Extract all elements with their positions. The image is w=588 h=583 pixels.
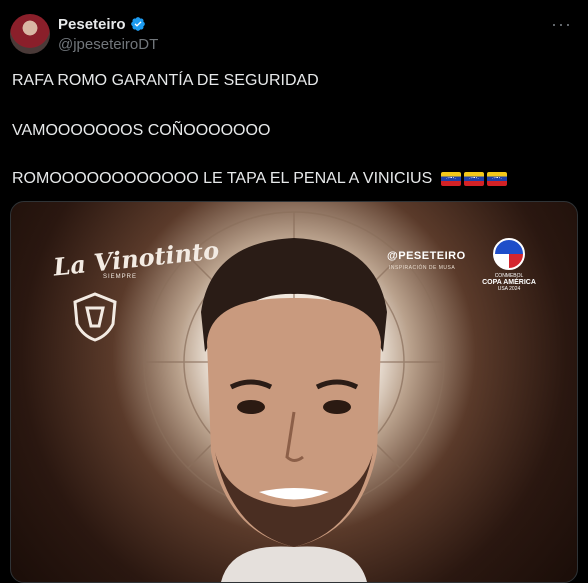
shield-crest-icon (73, 292, 117, 342)
brand-watermark: @PESETEIRO (387, 250, 466, 262)
copa-america-badge-icon (493, 238, 525, 270)
tweet-text-line-3: ROMOOOOOOOOOOOO LE TAPA EL PENAL A VINIC… (12, 170, 433, 187)
author-name[interactable]: Peseteiro (58, 16, 126, 33)
tweet[interactable]: Peseteiro @jpeseteiroDT ··· RAFA ROMO GA… (0, 0, 588, 583)
author-handle[interactable]: @jpeseteiroDT (58, 36, 158, 53)
copa-america-logo: CONMEBOL COPA AMÉRICA USA 2024 (481, 238, 537, 292)
tweet-media-image[interactable]: La Vinotinto SIEMPRE @PESETEIRO INSPIRAC… (10, 201, 578, 583)
tweet-text-line-3-row: ROMOOOOOOOOOOOO LE TAPA EL PENAL A VINIC… (12, 170, 507, 188)
more-horizontal-icon[interactable]: ··· (551, 14, 572, 34)
copa-america-sub: USA 2024 (497, 286, 521, 292)
copa-america-title: COPA AMÉRICA (482, 279, 536, 286)
tweet-text-line-2: VAMOOOOOOOS COÑOOOOOOO (12, 122, 271, 139)
verified-badge-icon (130, 17, 145, 31)
avatar[interactable] (10, 14, 50, 54)
venezuela-flag-icon (486, 171, 507, 186)
venezuela-flag-icon (463, 171, 484, 186)
flag-emoji-group (440, 171, 507, 186)
tweet-text-line-1: RAFA ROMO GARANTÍA DE SEGURIDAD (12, 72, 319, 89)
la-vinotinto-logo-sub: SIEMPRE (103, 274, 138, 280)
brand-watermark-sub: INSPIRACIÓN DE MUSA (389, 265, 456, 271)
venezuela-flag-icon (440, 171, 461, 186)
author-name-row[interactable]: Peseteiro (58, 14, 146, 34)
